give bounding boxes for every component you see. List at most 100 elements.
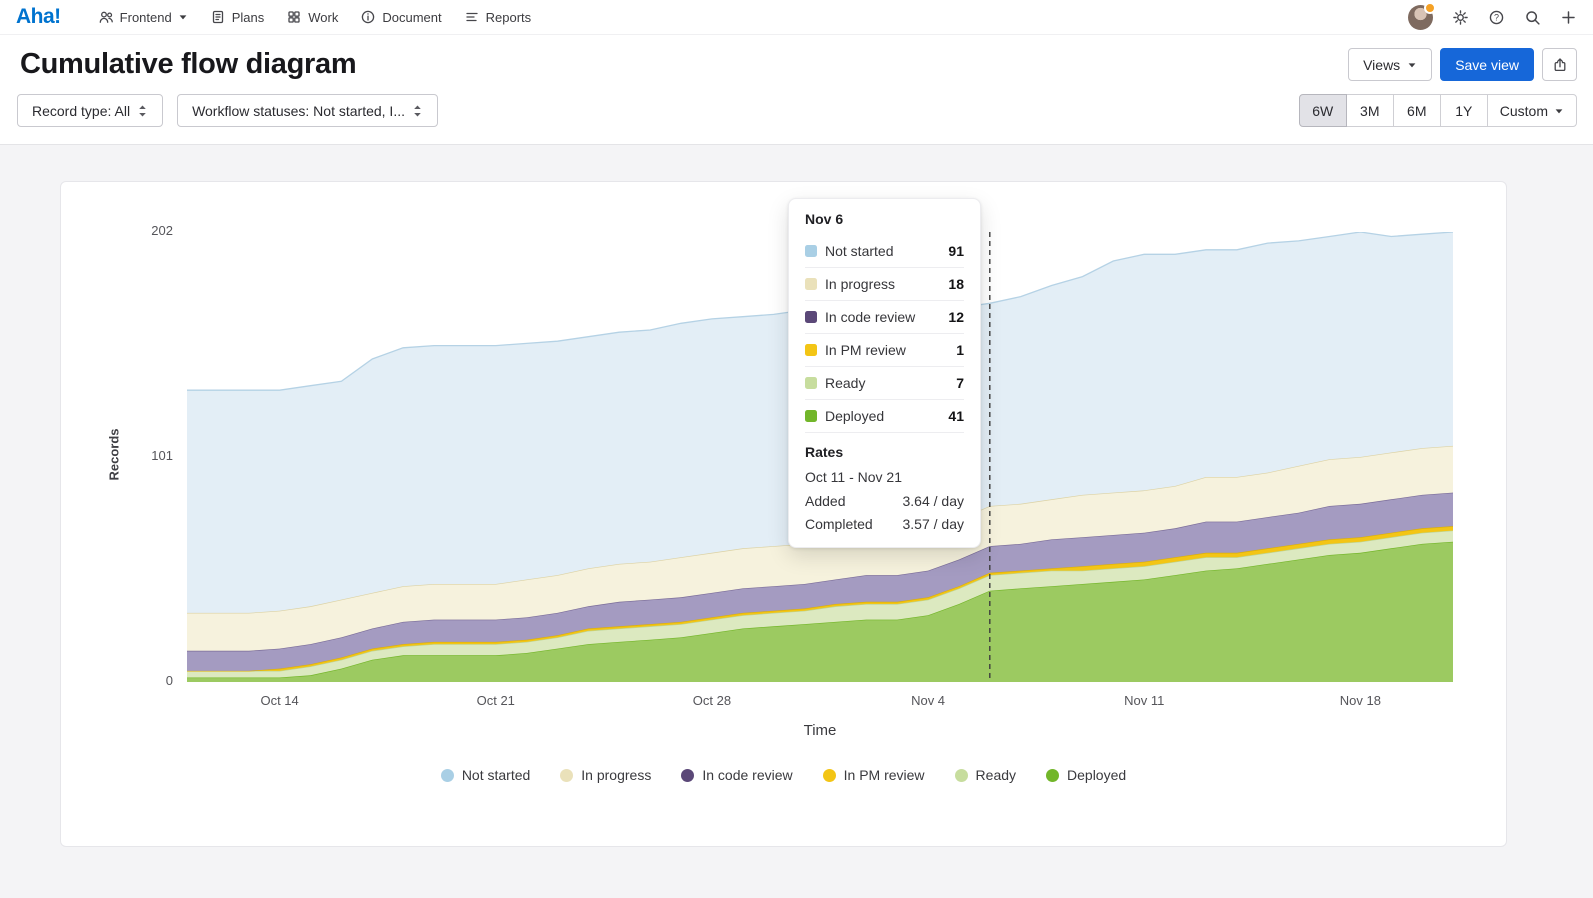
completed-label: Completed — [805, 516, 873, 532]
x-tick-label: Oct 21 — [476, 693, 515, 708]
nav-item-plans[interactable]: Plans — [199, 0, 276, 35]
legend-dot-icon — [822, 768, 836, 782]
workflow-statuses-filter[interactable]: Workflow statuses: Not started, I... — [177, 94, 438, 127]
chart-legend: Not started In progress In code review In P… — [61, 767, 1506, 783]
top-nav: Aha! Frontend Plans Work Document Report… — [0, 0, 1593, 35]
sort-arrows-icon — [139, 105, 146, 116]
chevron-down-icon — [179, 15, 187, 20]
legend-dot-icon — [1046, 768, 1060, 782]
user-avatar[interactable] — [1408, 1, 1436, 30]
views-button-label: Views — [1363, 56, 1401, 73]
range-custom-button[interactable]: Custom — [1486, 94, 1577, 127]
nav-workspace-selector[interactable]: Frontend — [87, 0, 199, 35]
settings-button[interactable] — [1452, 9, 1469, 26]
search-icon — [1526, 10, 1540, 25]
legend-item[interactable]: In progress — [560, 767, 651, 783]
nav-item-work[interactable]: Work — [275, 0, 349, 35]
page-header: Cumulative flow diagram Views Save view — [0, 35, 1593, 86]
status-label: In PM review — [825, 342, 906, 358]
nav-item-label: Reports — [485, 9, 532, 25]
status-count: 41 — [948, 408, 964, 424]
legend-item[interactable]: Ready — [954, 767, 1017, 783]
legend-item[interactable]: In PM review — [822, 767, 925, 783]
tooltip-status-row: In code review 12 — [805, 301, 964, 334]
legend-item[interactable]: Deployed — [1046, 767, 1126, 783]
save-view-label: Save view — [1455, 56, 1519, 73]
tooltip-status-row: Not started 91 — [805, 235, 964, 268]
nav-item-reports[interactable]: Reports — [453, 0, 543, 35]
added-label: Added — [805, 493, 846, 509]
plus-icon — [1562, 10, 1575, 24]
legend-label: In progress — [581, 767, 652, 783]
y-tick-label: 0 — [165, 673, 173, 688]
status-label: Deployed — [825, 408, 885, 424]
nav-item-label: Plans — [231, 9, 265, 25]
users-icon — [99, 11, 113, 23]
x-tick-label: Nov 4 — [911, 693, 946, 708]
time-range-selector: 6W 3M 6M 1Y Custom — [1298, 94, 1577, 127]
chart-card: Records 0 101 202 Oct 14 Oct 21 Oct 28 Nov 4 N… — [60, 181, 1507, 847]
nav-item-document[interactable]: Document — [349, 0, 452, 35]
status-label: Not started — [825, 243, 894, 259]
search-button[interactable] — [1524, 9, 1541, 26]
record-type-filter[interactable]: Record type: All — [17, 94, 164, 127]
tooltip-rows: Not started 91 In progress 18 In code review… — [805, 235, 964, 433]
status-count: 91 — [948, 243, 964, 259]
legend-item[interactable]: In code review — [681, 767, 793, 783]
legend-dot-icon — [681, 768, 695, 782]
y-tick-label: 101 — [151, 448, 173, 463]
record-type-label: Record type: All — [32, 102, 131, 119]
status-swatch-icon — [805, 377, 817, 389]
status-label: In progress — [825, 276, 896, 292]
workflow-statuses-label: Workflow statuses: Not started, I... — [192, 102, 405, 119]
status-swatch-icon — [805, 278, 817, 290]
range-3m-button[interactable]: 3M — [1345, 94, 1394, 127]
legend-dot-icon — [560, 768, 574, 782]
added-value: 3.64 / day — [902, 493, 965, 509]
views-button[interactable]: Views — [1348, 48, 1433, 81]
legend-label: Ready — [975, 767, 1017, 783]
clipboard-icon — [212, 10, 223, 24]
sort-arrows-icon — [414, 105, 421, 116]
x-tick-label: Nov 18 — [1339, 693, 1381, 708]
legend-label: Deployed — [1067, 767, 1127, 783]
legend-label: Not started — [461, 767, 531, 783]
nav-item-label: Work — [308, 9, 339, 25]
status-count: 18 — [948, 276, 964, 292]
legend-label: In PM review — [843, 767, 925, 783]
legend-dot-icon — [954, 768, 968, 782]
legend-label: In code review — [702, 767, 793, 783]
app: Aha! Frontend Plans Work Document Report… — [0, 0, 1593, 898]
header-actions: Views Save view — [1348, 48, 1577, 81]
x-tick-label: Oct 14 — [260, 693, 299, 708]
status-swatch-icon — [805, 311, 817, 323]
range-1y-button[interactable]: 1Y — [1439, 94, 1488, 127]
report-lines-icon — [465, 12, 478, 22]
range-6w-button[interactable]: 6W — [1298, 94, 1347, 127]
add-button[interactable] — [1560, 9, 1577, 26]
y-axis-title: Records — [106, 428, 122, 481]
page-title: Cumulative flow diagram — [20, 48, 357, 80]
status-label: Ready — [825, 375, 866, 391]
gear-icon — [1453, 9, 1468, 25]
tooltip-date-range: Oct 11 - Nov 21 — [805, 469, 903, 485]
status-swatch-icon — [805, 344, 817, 356]
info-circle-icon — [362, 10, 375, 24]
status-count: 1 — [956, 342, 964, 358]
help-icon: ? — [1489, 10, 1504, 24]
filter-bar: Record type: All Workflow statuses: Not … — [0, 86, 1593, 145]
page-body: Records 0 101 202 Oct 14 Oct 21 Oct 28 Nov 4 N… — [0, 145, 1593, 847]
range-6m-button[interactable]: 6M — [1392, 94, 1441, 127]
tooltip-completed-row: Completed 3.57 / day — [805, 511, 964, 534]
nav-right-icons: ? — [1408, 1, 1577, 30]
tooltip-status-row: In PM review 1 — [805, 334, 964, 367]
custom-range-label: Custom — [1499, 102, 1548, 119]
x-axis-title: Time — [803, 722, 837, 739]
help-button[interactable]: ? — [1488, 9, 1505, 26]
legend-item[interactable]: Not started — [440, 767, 531, 783]
chart-tooltip: Nov 6 Not started 91 In progress 18 In code … — [788, 198, 981, 548]
save-view-button[interactable]: Save view — [1440, 48, 1534, 81]
workspace-name: Frontend — [119, 9, 172, 25]
share-button[interactable] — [1542, 48, 1577, 81]
aha-logo[interactable]: Aha! — [16, 5, 61, 29]
